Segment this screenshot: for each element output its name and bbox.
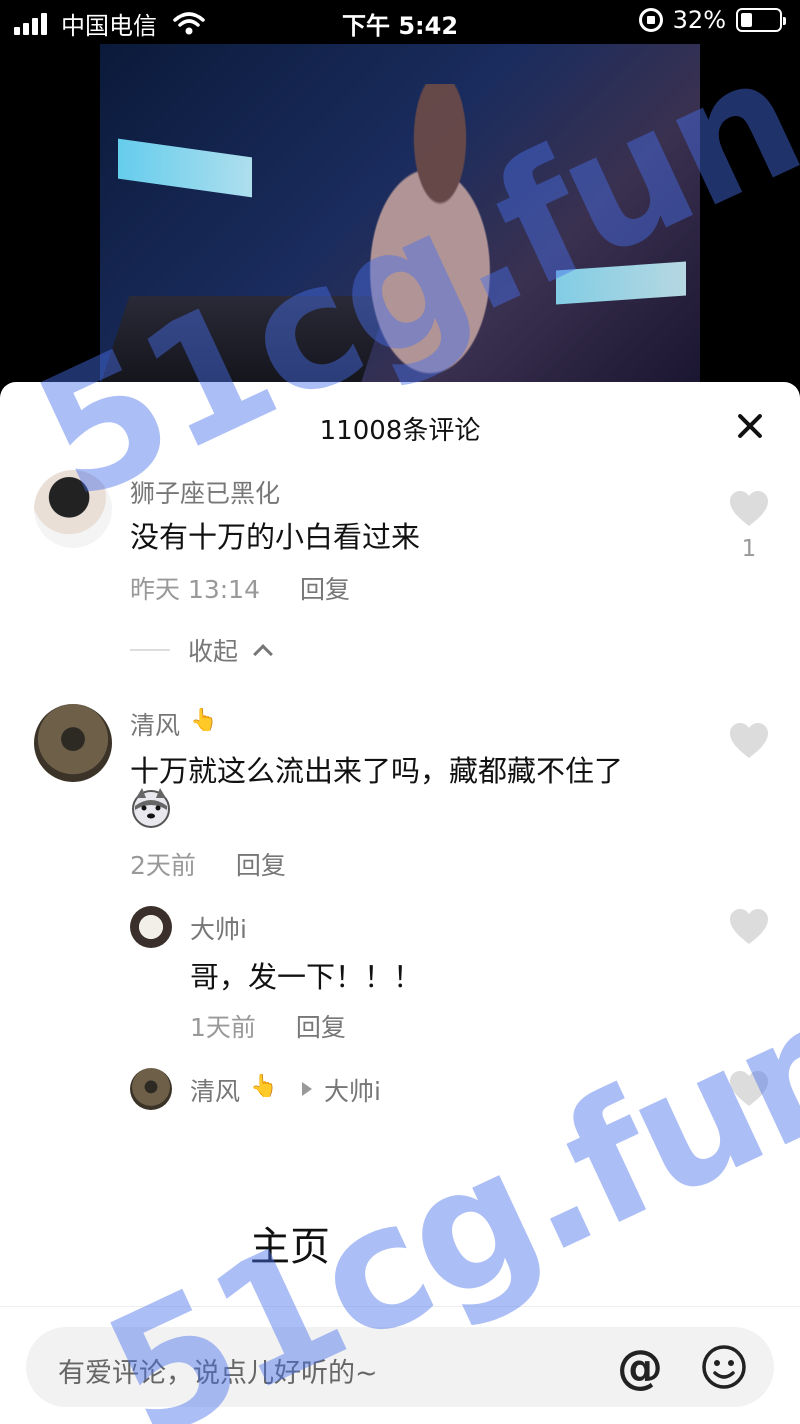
reply-button[interactable]: 回复 [296,1008,346,1044]
reply-meta: 1天前 回复 [190,1008,346,1044]
comment-input-placeholder: 有爱评论，说点儿好听的~ [58,1358,378,1389]
comment-meta: 昨天 13:14 回复 [130,570,350,606]
avatar[interactable] [130,906,172,948]
reply-time: 1天前 [190,1013,256,1042]
heart-icon [730,909,768,944]
chevron-up-icon [253,644,273,664]
collapse-label: 收起 [188,637,239,666]
sheet-header: 11008条评论 [0,382,800,472]
like-button[interactable] [728,490,770,528]
reply-username[interactable]: 清风 [190,1072,240,1108]
reply-button[interactable]: 回复 [236,846,286,882]
comment-sheet: 11008条评论 狮子座已黑化 没有十万的小白看过来 昨天 13:14 回复 1… [0,382,800,1424]
reply-to-username[interactable]: 大帅i [324,1072,381,1108]
pointing-hand-emoji: 👆 [190,708,218,733]
comment-username[interactable]: 清风 [130,706,180,742]
status-right: 32% [638,6,786,34]
like-count: 1 [741,536,757,562]
reply-text: 哥，发一下！！！ [190,960,423,994]
heart-icon [730,491,768,526]
comment-time: 2天前 [130,851,196,880]
comment-meta: 2天前 回复 [130,846,286,882]
comment-input-bar: 有爱评论，说点儿好听的~ @ [0,1306,800,1424]
video-scene-person [340,84,540,386]
reply-button[interactable]: 回复 [300,570,350,606]
divider [130,649,170,651]
comment-time: 昨天 13:14 [130,575,260,604]
video-scene-light [118,138,252,198]
at-icon[interactable]: @ [614,1341,666,1393]
comment-text: 十万就这么流出来了吗，藏都藏不住了 [130,754,624,788]
video-scene-light [556,261,686,305]
comment-input[interactable]: 有爱评论，说点儿好听的~ @ [26,1327,774,1407]
battery-icon [736,8,786,32]
comment-username[interactable]: 狮子座已黑化 [130,474,280,510]
avatar[interactable] [34,704,112,782]
heart-icon [730,723,768,758]
rotation-lock-icon [638,8,663,32]
close-icon[interactable] [736,412,764,440]
comment-text: 没有十万的小白看过来 [130,520,421,554]
like-button[interactable] [728,908,770,946]
avatar[interactable] [130,1068,172,1110]
home-label[interactable]: 主页 [250,1214,330,1272]
avatar[interactable] [34,470,112,548]
heart-icon [730,1071,768,1106]
reply-arrow-icon [302,1082,312,1096]
like-button[interactable] [728,1070,770,1108]
smiley-icon[interactable] [700,1343,748,1391]
pointing-hand-emoji: 👆 [250,1074,278,1099]
reply-username[interactable]: 大帅i [190,910,247,946]
comment-count: 11008条评论 [319,416,481,446]
status-bar: 中国电信 下午 5:42 32% [0,0,800,44]
collapse-replies-button[interactable]: 收起 [130,632,273,668]
video-player[interactable] [100,44,700,386]
battery-percent: 32% [672,6,726,34]
dog-emoji-icon [132,788,170,828]
like-button[interactable] [728,722,770,760]
